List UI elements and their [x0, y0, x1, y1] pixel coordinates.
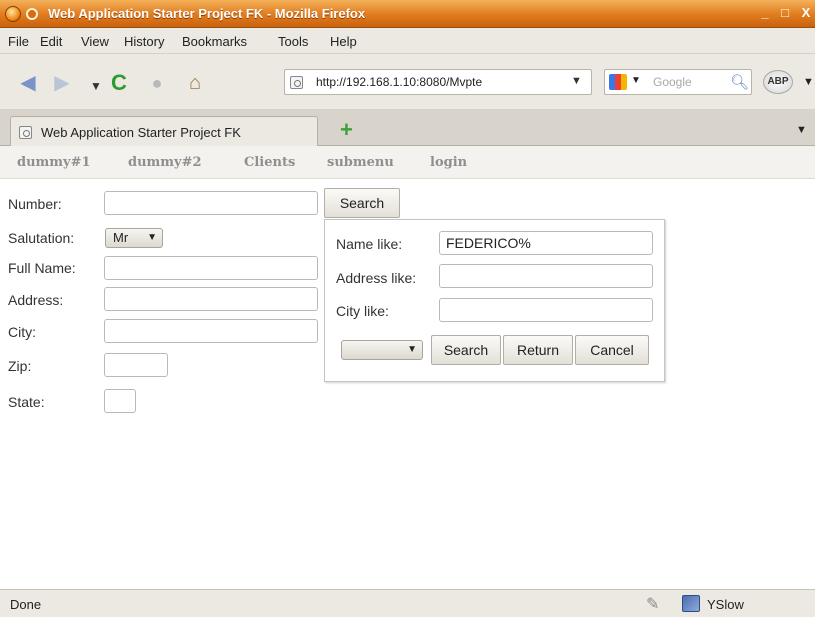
stop-icon[interactable]: ●: [145, 72, 169, 94]
address-bar[interactable]: http://192.168.1.10:8080/Mvpte ▼: [284, 69, 592, 95]
app-menu-dummy2[interactable]: dummy#2: [128, 155, 202, 170]
number-field[interactable]: [104, 191, 318, 215]
yslow-label[interactable]: YSlow: [707, 597, 744, 612]
tab-active[interactable]: Web Application Starter Project FK: [10, 116, 318, 146]
forward-icon[interactable]: ▶: [50, 72, 74, 94]
city-label: City:: [8, 324, 36, 340]
city-field[interactable]: [104, 319, 318, 343]
menu-view[interactable]: View: [81, 34, 109, 49]
app-menu-dummy1[interactable]: dummy#1: [17, 155, 91, 170]
zip-label: Zip:: [8, 358, 32, 374]
search-engine-dropdown-icon[interactable]: ▼: [631, 75, 641, 86]
state-field[interactable]: [104, 389, 136, 413]
adblock-dropdown-icon[interactable]: ▼: [803, 76, 814, 88]
url-dropdown-icon[interactable]: ▼: [571, 75, 582, 87]
status-bar: Done ✎ YSlow: [0, 589, 815, 617]
window-title: Web Application Starter Project FK - Moz…: [48, 6, 366, 21]
name-like-label: Name like:: [336, 236, 403, 252]
page-content: dummy#1 dummy#2 Clients submenu login Nu…: [0, 146, 815, 589]
return-button[interactable]: Return: [503, 335, 573, 365]
name-like-field[interactable]: FEDERICO%: [439, 231, 653, 255]
search-engine-icon[interactable]: [609, 74, 627, 90]
back-icon[interactable]: ◀: [16, 72, 40, 94]
zip-field[interactable]: [104, 353, 168, 377]
firefox-icon: [5, 6, 21, 22]
menu-tools[interactable]: Tools: [278, 34, 308, 49]
address-like-field[interactable]: [439, 264, 653, 288]
panel-search-button[interactable]: Search: [431, 335, 501, 365]
tab-bar: Web Application Starter Project FK + ▼: [0, 110, 815, 146]
menu-history[interactable]: History: [124, 34, 164, 49]
yslow-icon[interactable]: [682, 595, 700, 612]
salutation-label: Salutation:: [8, 230, 75, 246]
number-label: Number:: [8, 196, 62, 212]
search-mode-select[interactable]: ▼: [341, 340, 423, 360]
navigation-toolbar: ◀ ▶ ▼ C ● ⌂ http://192.168.1.10:8080/Mvp…: [0, 54, 815, 110]
url-text[interactable]: http://192.168.1.10:8080/Mvpte: [316, 75, 482, 89]
window-title-bar: Web Application Starter Project FK - Moz…: [0, 0, 815, 28]
close-window-button[interactable]: X: [797, 5, 815, 22]
tools-icon[interactable]: ✎: [646, 594, 659, 614]
web-search-box[interactable]: ▼ Google 🔍︎: [604, 69, 752, 95]
maximize-button[interactable]: □: [776, 5, 794, 22]
reload-icon[interactable]: C: [107, 72, 131, 94]
state-label: State:: [8, 394, 45, 410]
minimize-button[interactable]: _: [756, 5, 774, 22]
menu-help[interactable]: Help: [330, 34, 357, 49]
window-pin-icon[interactable]: [26, 8, 38, 20]
tab-label: Web Application Starter Project FK: [41, 125, 241, 140]
client-search-panel: Name like: FEDERICO% Address like: City …: [324, 219, 665, 382]
new-tab-icon[interactable]: +: [340, 119, 353, 141]
address-label: Address:: [8, 292, 64, 308]
search-placeholder[interactable]: Google: [653, 75, 692, 89]
history-dropdown-icon[interactable]: ▼: [84, 75, 108, 97]
menu-file[interactable]: File: [8, 34, 29, 49]
address-like-label: Address like:: [336, 270, 417, 286]
app-menu-clients[interactable]: Clients: [244, 155, 295, 170]
city-like-field[interactable]: [439, 298, 653, 322]
adblock-button[interactable]: ABP: [763, 70, 793, 94]
salutation-value: Mr: [113, 230, 129, 245]
search-button[interactable]: Search: [324, 188, 400, 218]
city-like-label: City like:: [336, 303, 389, 319]
full-name-field[interactable]: [104, 256, 318, 280]
salutation-select[interactable]: Mr ▼: [105, 228, 163, 248]
tab-list-dropdown-icon[interactable]: ▼: [796, 124, 807, 136]
home-icon[interactable]: ⌂: [183, 72, 207, 94]
chevron-down-icon: ▼: [147, 232, 157, 243]
app-menu-bar: dummy#1 dummy#2 Clients submenu login: [0, 146, 815, 179]
full-name-label: Full Name:: [8, 260, 76, 276]
site-favicon-icon: [290, 76, 303, 89]
tab-favicon-icon: [19, 126, 32, 139]
cancel-button[interactable]: Cancel: [575, 335, 649, 365]
app-menu-login[interactable]: login: [430, 155, 467, 170]
address-field[interactable]: [104, 287, 318, 311]
chevron-down-icon: ▼: [407, 344, 417, 355]
search-icon[interactable]: 🔍︎: [730, 73, 749, 91]
menu-edit[interactable]: Edit: [40, 34, 62, 49]
status-text: Done: [10, 597, 42, 612]
browser-menu-bar: File Edit View History Bookmarks Tools H…: [0, 28, 815, 54]
app-menu-submenu[interactable]: submenu: [327, 155, 394, 170]
menu-bookmarks[interactable]: Bookmarks: [182, 34, 247, 49]
